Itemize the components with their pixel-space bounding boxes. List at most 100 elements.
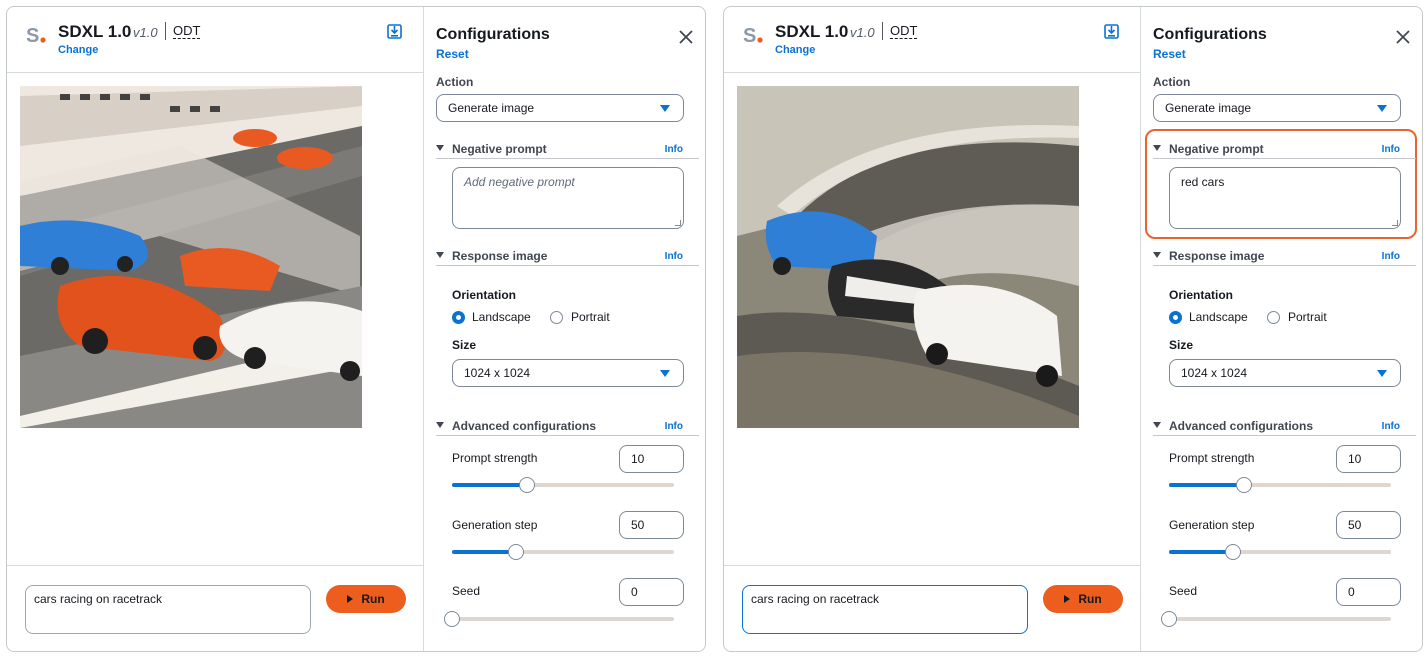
configurations-panel: Configurations Reset Action Generate ima… xyxy=(1142,7,1422,651)
expand-triangle-icon xyxy=(436,252,444,258)
slider-track xyxy=(452,617,674,621)
reset-link[interactable]: Reset xyxy=(436,47,469,61)
slider-thumb[interactable] xyxy=(1236,477,1253,493)
seed-input[interactable]: 0 xyxy=(1336,578,1401,606)
response-image-label: Response image xyxy=(1169,249,1265,263)
generation-step-label: Generation step xyxy=(1169,518,1255,532)
slider-thumb[interactable] xyxy=(1225,544,1242,560)
configurations-title: Configurations xyxy=(436,26,550,43)
close-icon[interactable] xyxy=(679,30,693,44)
resize-handle[interactable] xyxy=(1392,220,1398,226)
action-value: Generate image xyxy=(1165,101,1252,115)
landscape-radio[interactable] xyxy=(452,311,465,324)
portrait-radio[interactable] xyxy=(550,311,563,324)
size-select[interactable]: 1024 x 1024 xyxy=(452,359,684,387)
prompt-input[interactable]: cars racing on racetrack xyxy=(742,585,1028,634)
prompt-strength-slider[interactable] xyxy=(1169,477,1391,493)
size-label: Size xyxy=(452,338,477,352)
slider-thumb[interactable] xyxy=(1161,611,1177,627)
seed-slider[interactable] xyxy=(444,611,674,627)
prompt-strength-input[interactable]: 10 xyxy=(1336,445,1401,473)
playground-panel-left: S SDXL 1.0 v1.0 ODT Change cars racing o… xyxy=(6,6,706,652)
prompt-input[interactable]: cars racing on racetrack xyxy=(25,585,311,634)
portrait-label[interactable]: Portrait xyxy=(1288,310,1327,324)
info-link[interactable]: Info xyxy=(665,421,683,432)
advanced-configurations-label: Advanced configurations xyxy=(452,419,597,433)
portrait-label[interactable]: Portrait xyxy=(571,310,610,324)
change-model-link[interactable]: Change xyxy=(58,44,98,56)
prompt-footer: cars racing on racetrack Run xyxy=(7,565,423,651)
model-tag[interactable]: ODT xyxy=(890,24,918,39)
orientation-label: Orientation xyxy=(452,288,517,302)
negative-prompt-value: red cars xyxy=(1181,175,1225,189)
download-icon[interactable] xyxy=(1104,24,1119,39)
playground-area: S SDXL 1.0 v1.0 ODT Change cars racing o… xyxy=(724,7,1141,651)
negative-prompt-section[interactable]: Negative prompt Info xyxy=(436,141,699,159)
info-link[interactable]: Info xyxy=(665,251,683,262)
model-header: S SDXL 1.0 v1.0 ODT Change xyxy=(7,7,423,73)
change-model-link[interactable]: Change xyxy=(775,44,815,56)
model-tag[interactable]: ODT xyxy=(173,24,201,39)
stability-logo-icon: S xyxy=(743,25,763,46)
generation-step-input[interactable]: 50 xyxy=(619,511,684,539)
playground-panel-right: S SDXL 1.0 v1.0 ODT Change cars racing o… xyxy=(723,6,1423,652)
action-select[interactable]: Generate image xyxy=(1153,94,1401,122)
slider-thumb[interactable] xyxy=(444,611,460,627)
advanced-configurations-section[interactable]: Advanced configurations Info xyxy=(436,418,699,436)
negative-prompt-input[interactable]: red cars xyxy=(1169,167,1401,229)
run-button[interactable]: Run xyxy=(326,585,406,613)
download-icon[interactable] xyxy=(387,24,402,39)
info-link[interactable]: Info xyxy=(1382,251,1400,262)
close-icon[interactable] xyxy=(1396,30,1410,44)
prompt-strength-label: Prompt strength xyxy=(452,451,538,465)
divider xyxy=(165,22,166,40)
seed-input[interactable]: 0 xyxy=(619,578,684,606)
svg-text:S: S xyxy=(743,25,756,46)
info-link[interactable]: Info xyxy=(1382,421,1400,432)
orientation-radio-group: Landscape Portrait xyxy=(452,309,692,327)
prompt-strength-slider[interactable] xyxy=(452,477,674,493)
negative-prompt-label: Negative prompt xyxy=(452,142,547,156)
generation-step-slider[interactable] xyxy=(1169,544,1391,560)
size-value: 1024 x 1024 xyxy=(464,366,531,380)
action-label: Action xyxy=(436,75,474,89)
landscape-radio[interactable] xyxy=(1169,311,1182,324)
info-link[interactable]: Info xyxy=(665,144,683,155)
negative-prompt-section[interactable]: Negative prompt Info xyxy=(1153,141,1416,159)
landscape-label[interactable]: Landscape xyxy=(1189,310,1248,324)
negative-prompt-input[interactable]: Add negative prompt xyxy=(452,167,684,229)
prompt-strength-input[interactable]: 10 xyxy=(619,445,684,473)
model-version: v1.0 xyxy=(850,25,875,40)
size-select[interactable]: 1024 x 1024 xyxy=(1169,359,1401,387)
play-icon xyxy=(347,595,354,603)
slider-thumb[interactable] xyxy=(519,477,536,493)
response-image-section[interactable]: Response image Info xyxy=(1153,248,1416,266)
action-value: Generate image xyxy=(448,101,535,115)
info-link[interactable]: Info xyxy=(1382,144,1400,155)
prompt-footer: cars racing on racetrack Run xyxy=(724,565,1140,651)
caret-down-icon xyxy=(660,105,670,112)
seed-slider[interactable] xyxy=(1161,611,1391,627)
generated-image xyxy=(20,86,362,428)
slider-fill xyxy=(452,483,528,487)
slider-thumb[interactable] xyxy=(508,544,525,560)
generation-step-input[interactable]: 50 xyxy=(1336,511,1401,539)
play-icon xyxy=(1064,595,1071,603)
run-button[interactable]: Run xyxy=(1043,585,1123,613)
expand-triangle-icon xyxy=(1153,422,1161,428)
resize-handle[interactable] xyxy=(675,220,681,226)
advanced-configurations-section[interactable]: Advanced configurations Info xyxy=(1153,418,1416,436)
generation-step-slider[interactable] xyxy=(452,544,674,560)
generated-image xyxy=(737,86,1079,428)
action-select[interactable]: Generate image xyxy=(436,94,684,122)
portrait-radio[interactable] xyxy=(1267,311,1280,324)
reset-link[interactable]: Reset xyxy=(1153,47,1186,61)
landscape-label[interactable]: Landscape xyxy=(472,310,531,324)
expand-triangle-icon xyxy=(436,422,444,428)
orientation-radio-group: Landscape Portrait xyxy=(1169,309,1409,327)
response-image-section[interactable]: Response image Info xyxy=(436,248,699,266)
model-name: SDXL 1.0 xyxy=(775,22,849,41)
expand-triangle-icon xyxy=(436,145,444,151)
slider-fill xyxy=(1169,550,1234,554)
response-image-label: Response image xyxy=(452,249,548,263)
